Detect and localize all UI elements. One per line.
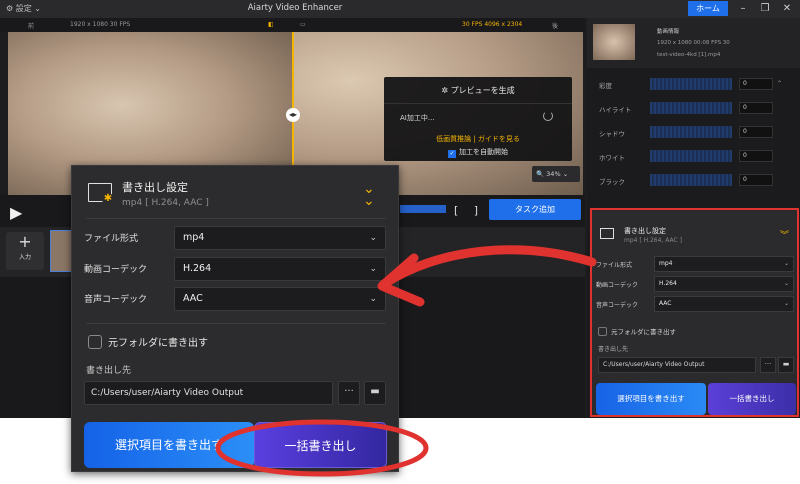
timeline-range[interactable] <box>400 205 446 213</box>
gear-icon: ✱ <box>102 193 114 205</box>
audio-codec-select[interactable]: AAC ⌄ <box>654 296 794 312</box>
more-options-button[interactable]: ··· <box>338 381 360 405</box>
more-options-button[interactable]: ··· <box>760 357 776 373</box>
checkbox-checked-icon: ✓ <box>448 150 456 158</box>
white-input[interactable]: 0 <box>739 150 773 162</box>
destination-label: 書き出し先 <box>86 366 132 376</box>
checkbox-icon <box>88 335 102 349</box>
export-all-button[interactable]: 一括書き出し <box>708 383 796 415</box>
file-thumbnail <box>593 24 635 60</box>
export-all-button[interactable]: 一括書き出し <box>254 422 387 468</box>
export-settings-subtitle: mp4 [ H.264, AAC ] <box>122 198 209 208</box>
file-format-select[interactable]: mp4 ⌄ <box>654 256 794 272</box>
export-settings-icon <box>600 228 614 239</box>
chevron-double-down-icon[interactable]: ︾ <box>780 228 789 241</box>
divider <box>86 218 386 219</box>
adjust-highlight[interactable]: ハイライト 0 <box>595 98 785 120</box>
trim-brackets[interactable]: [ ] <box>454 204 484 217</box>
highlight-input[interactable]: 0 <box>739 102 773 114</box>
home-button[interactable]: ホーム <box>688 1 728 16</box>
audio-codec-row: 音声コーデック AAC ⌄ <box>84 287 386 311</box>
app-title: Aiarty Video Enhancer <box>247 3 343 13</box>
chevron-down-icon: ⌄ <box>369 294 377 304</box>
shadow-slider[interactable] <box>650 126 732 138</box>
auto-start-checkbox[interactable]: ✓ 加工を自動開始 <box>384 147 572 158</box>
export-settings-panel-zoomed: ✱ 書き出し設定 mp4 [ H.264, AAC ] ⌄ ⌄ ファイル形式 mp… <box>71 165 399 472</box>
saturation-input[interactable]: 0 <box>739 78 773 90</box>
chevron-up-icon[interactable]: ⌃ <box>777 80 782 87</box>
adjust-white[interactable]: ホワイト 0 <box>595 146 785 168</box>
maximize-icon[interactable]: ❐ <box>758 2 772 16</box>
before-label: 前 <box>28 23 35 30</box>
adjust-saturation[interactable]: 彩度 0 ⌃ <box>595 74 785 96</box>
file-format-row: ファイル形式 mp4 ⌄ <box>596 256 796 272</box>
add-task-button[interactable]: タスク追加 <box>489 199 581 220</box>
black-input[interactable]: 0 <box>739 174 773 186</box>
generate-preview-button[interactable]: ✲ プレビューを生成 <box>384 77 572 104</box>
black-slider[interactable] <box>650 174 732 186</box>
loading-spinner-icon <box>543 111 553 121</box>
close-icon[interactable]: ✕ <box>780 2 794 16</box>
chevron-double-down-icon[interactable]: ⌄ ⌄ <box>363 182 375 208</box>
after-label: 後 <box>552 23 559 30</box>
adjust-black[interactable]: ブラック 0 <box>595 170 785 192</box>
saturation-slider[interactable] <box>650 78 732 90</box>
plus-icon: + <box>18 232 32 251</box>
video-codec-row: 動画コーデック H.264 ⌄ <box>84 257 386 281</box>
file-info: 動画情報 1920 x 1080 00:08 FPS 30 test-video… <box>587 18 800 68</box>
white-slider[interactable] <box>650 150 732 162</box>
low-quality-guide-link[interactable]: 低画質推論 | ガイドを見る <box>384 134 572 144</box>
before-resolution: 1920 x 1080 30 FPS <box>70 21 131 28</box>
compare-info-bar: 前 1920 x 1080 30 FPS ◧ ▭ 30 FPS 4096 x 2… <box>0 18 585 32</box>
chevron-down-icon: ⌄ <box>783 260 789 267</box>
export-settings-title: 書き出し設定 <box>122 181 188 194</box>
destination-path-input[interactable]: C:/Users/user/Aiarty Video Output <box>598 357 756 373</box>
after-resolution: 30 FPS 4096 x 2304 <box>462 21 523 28</box>
export-selected-button[interactable]: 選択項目を書き出す <box>596 383 706 415</box>
chevron-down-icon: ⌄ <box>369 264 377 274</box>
chevron-down-icon: ⌄ <box>369 233 377 243</box>
export-settings-icon: ✱ <box>88 183 114 205</box>
video-codec-row: 動画コーデック H.264 ⌄ <box>596 276 796 292</box>
file-format-row: ファイル形式 mp4 ⌄ <box>84 226 386 250</box>
shadow-input[interactable]: 0 <box>739 126 773 138</box>
processing-status: AI加工中... <box>400 114 435 122</box>
folder-icon[interactable]: ▬ <box>778 357 794 373</box>
minimize-icon[interactable]: – <box>736 2 750 16</box>
export-settings-panel-small: 書き出し設定 mp4 [ H.264, AAC ] ︾ ファイル形式 mp4 ⌄ … <box>590 208 799 417</box>
highlight-slider[interactable] <box>650 102 732 114</box>
chevron-down-icon: ⌄ <box>783 300 789 307</box>
video-thumbnail[interactable] <box>50 230 72 272</box>
original-folder-checkbox[interactable]: 元フォルダに書き出す <box>88 334 208 349</box>
audio-codec-select[interactable]: AAC ⌄ <box>174 287 386 311</box>
preview-generate-panel: ✲ プレビューを生成 AI加工中... 低画質推論 | ガイドを見る ✓ 加工を自… <box>384 77 572 161</box>
adjust-shadow[interactable]: シャドウ 0 <box>595 122 785 144</box>
divider <box>86 323 386 324</box>
input-button[interactable]: + 入力 <box>6 232 44 270</box>
video-codec-select[interactable]: H.264 ⌄ <box>174 257 386 281</box>
file-format-select[interactable]: mp4 ⌄ <box>174 226 386 250</box>
play-icon[interactable]: ▶ <box>10 203 22 222</box>
export-selected-button[interactable]: 選択項目を書き出す <box>84 422 254 468</box>
split-view-icon[interactable]: ◧ <box>268 21 274 28</box>
folder-icon[interactable]: ▬ <box>364 381 386 405</box>
compare-handle-icon[interactable]: ◂▸ <box>286 108 300 122</box>
original-folder-checkbox[interactable]: 元フォルダに書き出す <box>598 326 676 336</box>
side-view-icon[interactable]: ▭ <box>300 21 306 28</box>
chevron-down-icon: ⌄ <box>783 280 789 287</box>
destination-path-input[interactable]: C:/Users/user/Aiarty Video Output <box>84 381 333 405</box>
video-codec-select[interactable]: H.264 ⌄ <box>654 276 794 292</box>
title-bar: ⚙ 設定 ⌄ Aiarty Video Enhancer ホーム – ❐ ✕ <box>0 0 800 18</box>
zoom-select[interactable]: 🔍 34% ⌄ <box>532 166 580 182</box>
audio-codec-row: 音声コーデック AAC ⌄ <box>596 296 796 312</box>
